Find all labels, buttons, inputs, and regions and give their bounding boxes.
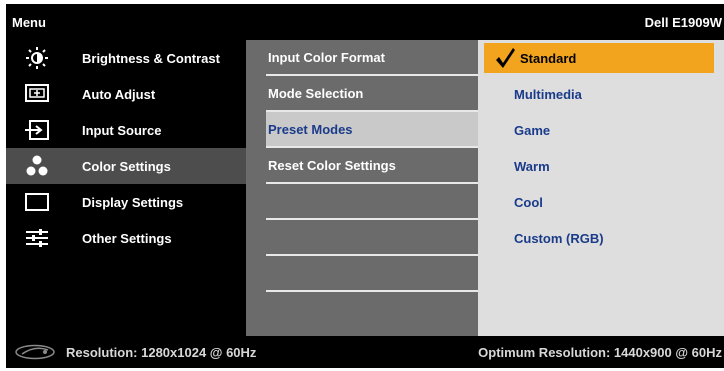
menu-item-label: Brightness & Contrast xyxy=(82,51,220,66)
submenu-item-label: Mode Selection xyxy=(268,86,364,101)
display-settings-icon xyxy=(25,193,49,211)
main-menu: Brightness & Contrast Auto Adjust Input … xyxy=(6,40,246,336)
menu-title: Menu xyxy=(12,15,46,30)
optimum-resolution: Optimum Resolution: 1440x900 @ 60Hz xyxy=(478,345,722,360)
option-cool[interactable]: Cool xyxy=(478,184,724,220)
submenu: Input Color Format Mode Selection Preset… xyxy=(246,40,478,336)
menu-item-display-settings[interactable]: Display Settings xyxy=(6,184,246,220)
monitor-model: Dell E1909W xyxy=(644,15,722,30)
submenu-item-empty xyxy=(266,220,478,256)
menu-item-color-settings[interactable]: Color Settings xyxy=(6,148,246,184)
preset-options: Standard Multimedia Game Warm Cool Custo… xyxy=(478,40,724,336)
option-label: Cool xyxy=(514,195,543,210)
option-label: Multimedia xyxy=(514,87,582,102)
option-standard[interactable]: Standard xyxy=(484,43,714,73)
menu-item-other-settings[interactable]: Other Settings xyxy=(6,220,246,256)
submenu-item-preset-modes[interactable]: Preset Modes xyxy=(266,112,478,148)
submenu-item-input-color-format[interactable]: Input Color Format xyxy=(266,40,478,76)
option-label: Custom (RGB) xyxy=(514,231,604,246)
submenu-item-label: Input Color Format xyxy=(268,50,385,65)
submenu-item-label: Preset Modes xyxy=(268,122,353,137)
osd-footer: Resolution: 1280x1024 @ 60Hz Optimum Res… xyxy=(6,336,724,368)
menu-item-label: Color Settings xyxy=(82,159,171,174)
option-label: Standard xyxy=(520,51,577,66)
color-settings-icon xyxy=(26,155,48,176)
submenu-item-mode-selection[interactable]: Mode Selection xyxy=(266,76,478,112)
option-label: Game xyxy=(514,123,551,138)
submenu-item-empty xyxy=(266,256,478,292)
option-label: Warm xyxy=(514,159,550,174)
menu-item-label: Other Settings xyxy=(82,231,172,246)
auto-adjust-icon xyxy=(25,84,49,102)
brightness-icon xyxy=(26,47,48,69)
checkmark-icon xyxy=(496,48,515,68)
current-resolution: Resolution: 1280x1024 @ 60Hz xyxy=(66,345,257,360)
other-settings-icon xyxy=(26,229,48,247)
menu-item-input-source[interactable]: Input Source xyxy=(6,112,246,148)
menu-item-label: Display Settings xyxy=(82,195,184,210)
submenu-item-label: Reset Color Settings xyxy=(268,158,396,173)
osd-header: Menu Dell E1909W xyxy=(6,4,724,40)
menu-item-auto-adjust[interactable]: Auto Adjust xyxy=(6,76,246,112)
energy-star-logo-icon xyxy=(15,344,55,360)
input-source-icon xyxy=(25,120,49,140)
submenu-item-reset-color-settings[interactable]: Reset Color Settings xyxy=(266,148,478,184)
option-warm[interactable]: Warm xyxy=(478,148,724,184)
menu-item-label: Auto Adjust xyxy=(82,87,156,102)
submenu-item-empty xyxy=(266,184,478,220)
monitor-osd: Menu Dell E1909W Brightness & Contrast A… xyxy=(6,4,724,368)
option-custom-rgb[interactable]: Custom (RGB) xyxy=(478,220,724,256)
menu-item-label: Input Source xyxy=(82,123,162,138)
menu-item-brightness-contrast[interactable]: Brightness & Contrast xyxy=(6,40,246,76)
option-multimedia[interactable]: Multimedia xyxy=(478,76,724,112)
option-game[interactable]: Game xyxy=(478,112,724,148)
